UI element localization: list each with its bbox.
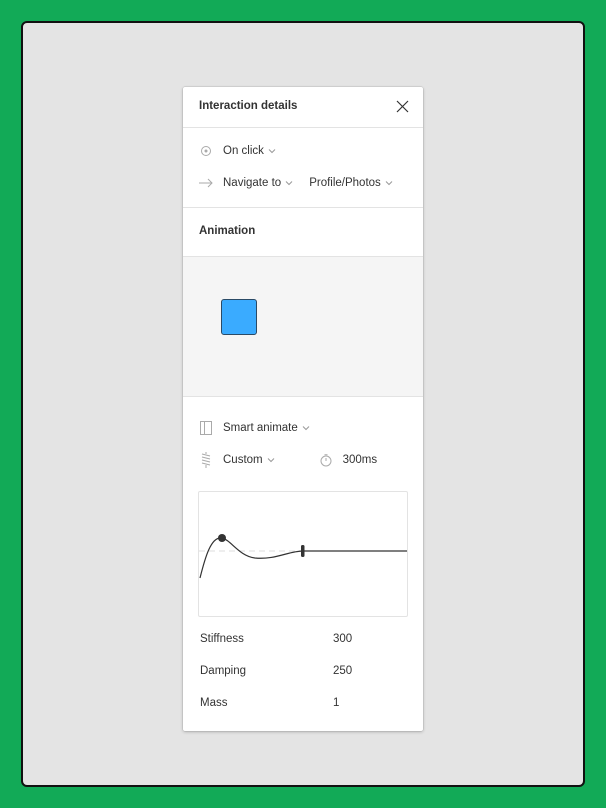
divider [183,207,423,208]
interaction-details-panel: Interaction details On click Navigate to… [183,87,423,731]
tap-target-icon [199,144,213,158]
transition-dropdown[interactable]: Smart animate [223,422,310,434]
smart-animate-icon [199,421,213,435]
mass-input[interactable]: 1 [333,697,339,709]
easing-dropdown[interactable]: Custom [223,454,275,466]
stiffness-label: Stiffness [200,633,244,645]
animation-section-title: Animation [199,225,256,237]
chevron-down-icon [285,181,293,186]
trigger-row: On click [199,143,276,159]
curve-handle-settle [301,545,305,557]
chevron-down-icon [385,181,393,186]
damping-input[interactable]: 250 [333,665,352,677]
curve-handle-peak [218,534,226,542]
spring-curve [199,537,407,579]
action-row: Navigate to Profile/Photos [199,175,393,191]
destination-label: Profile/Photos [309,177,381,189]
transition-label: Smart animate [223,422,298,434]
destination-dropdown[interactable]: Profile/Photos [309,177,393,189]
chevron-down-icon [268,149,276,154]
stiffness-input[interactable]: 300 [333,633,352,645]
action-dropdown[interactable]: Navigate to [223,177,293,189]
animation-preview [183,256,423,397]
chevron-down-icon [267,458,274,463]
chevron-down-icon [302,426,310,431]
transition-row: Smart animate [199,420,310,436]
easing-label: Custom [223,454,263,466]
preview-box [221,299,257,335]
panel-header: Interaction details [183,87,423,128]
easing-row: Custom 300ms [199,452,377,468]
action-label: Navigate to [223,177,282,189]
close-icon[interactable] [396,100,409,113]
damping-label: Damping [200,665,247,677]
panel-title: Interaction details [199,100,298,112]
duration-input[interactable]: 300ms [343,454,378,466]
spring-curve-graph[interactable] [198,491,408,617]
trigger-dropdown[interactable]: On click [223,145,276,157]
trigger-label: On click [223,145,264,157]
spring-icon [199,452,213,468]
mass-label: Mass [200,697,228,709]
timer-icon [319,453,333,467]
arrow-right-icon [199,176,213,190]
